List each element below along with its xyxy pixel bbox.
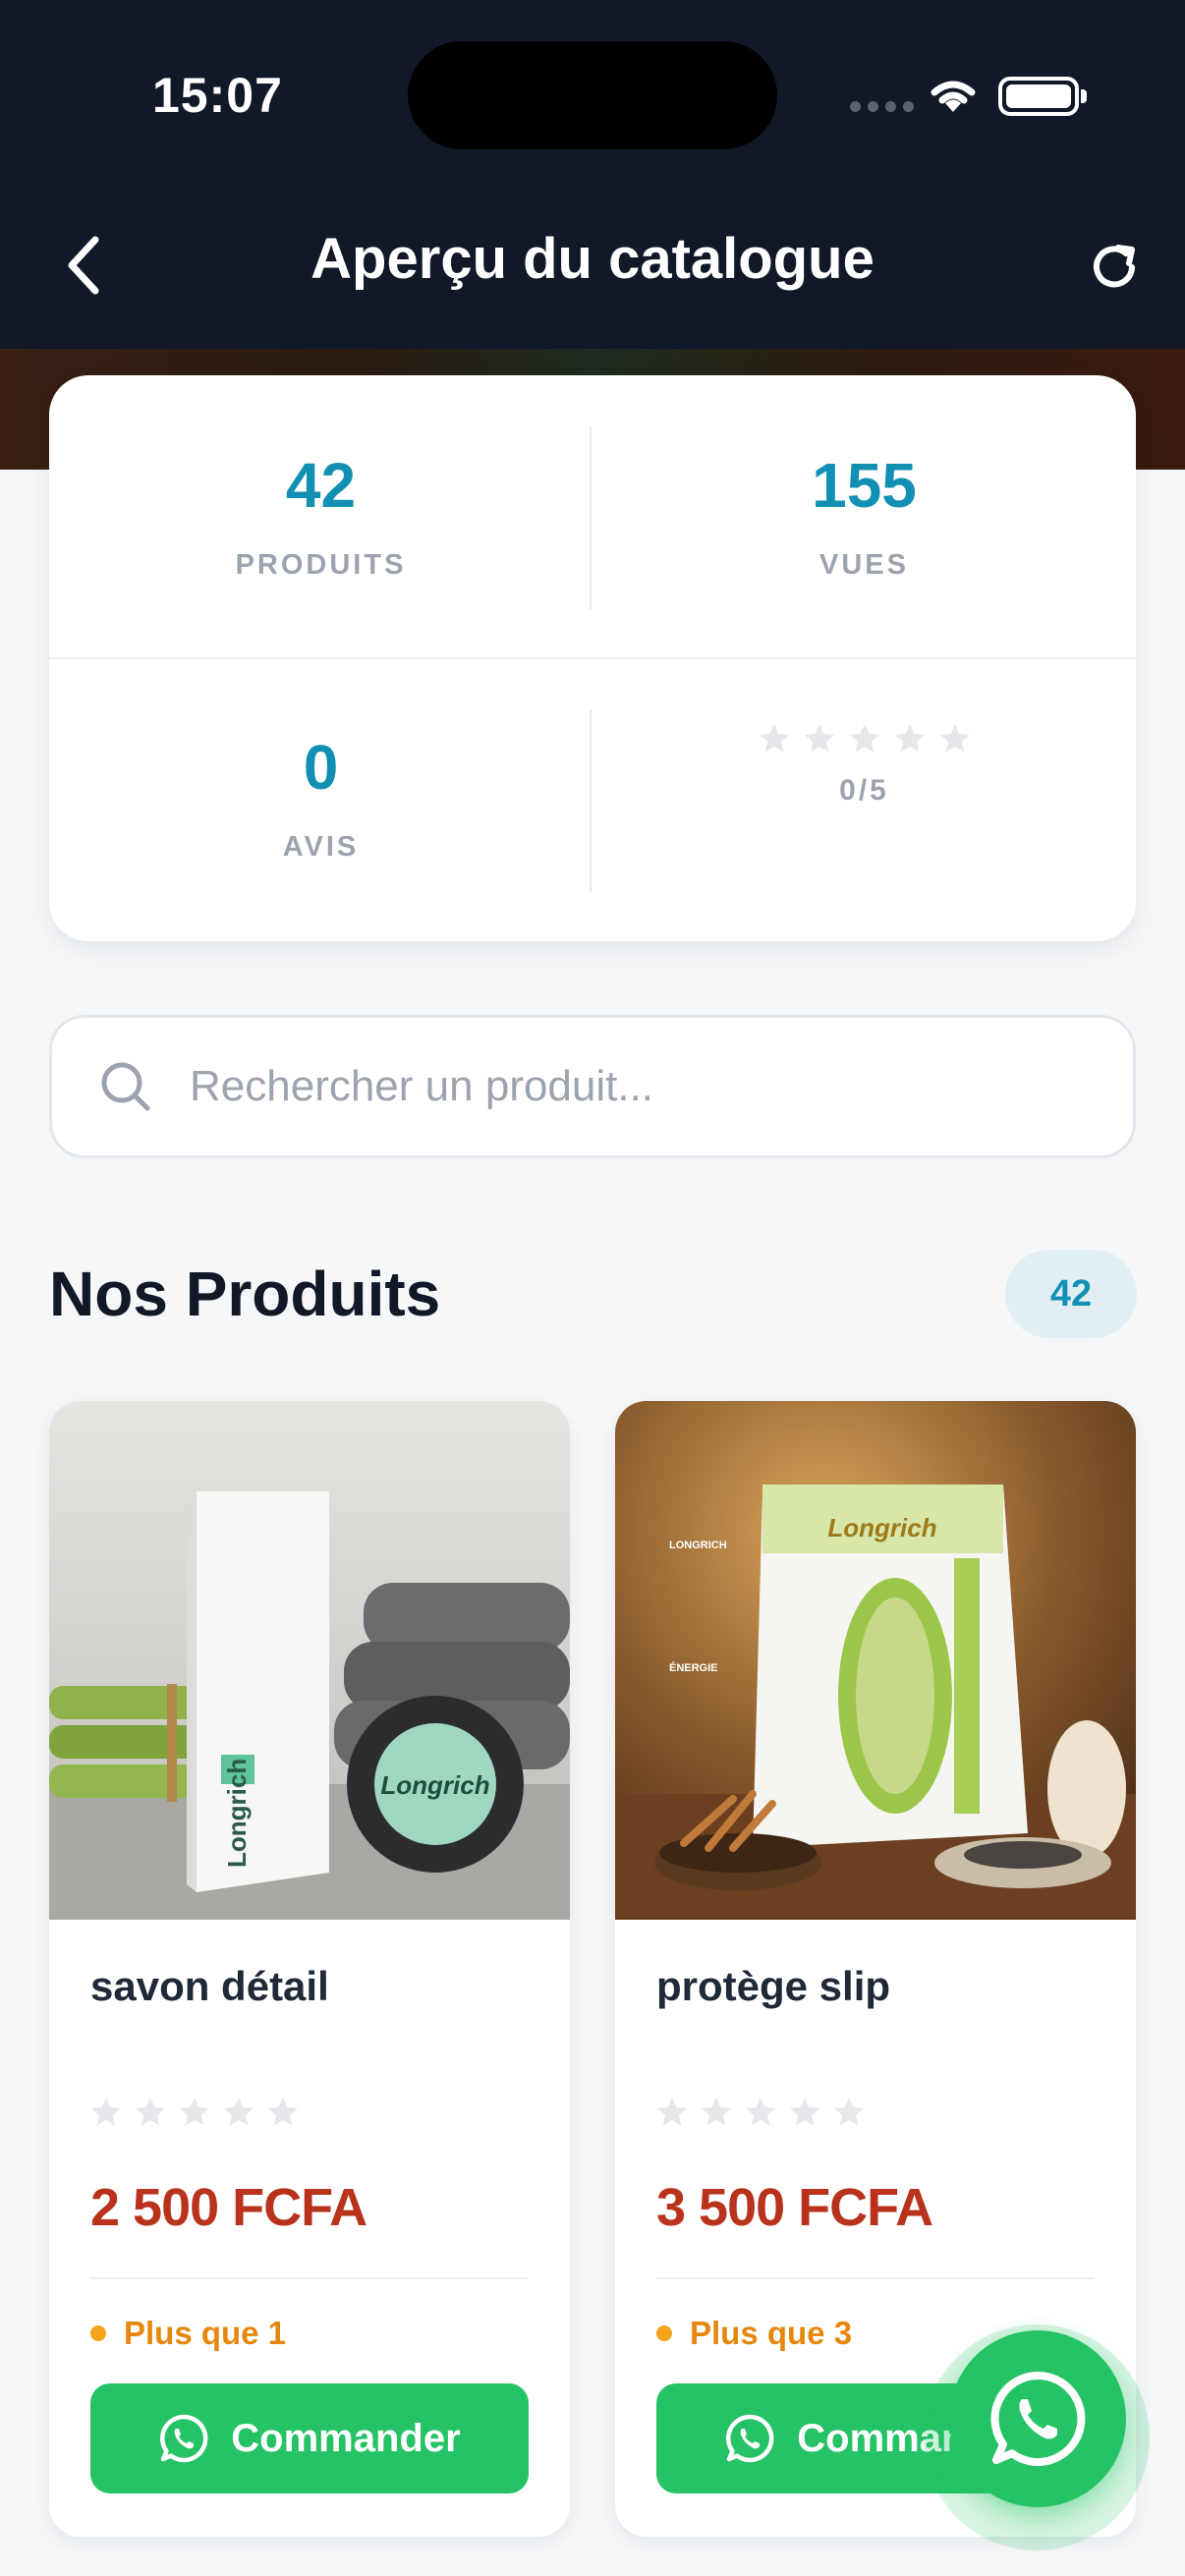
whatsapp-icon	[990, 2371, 1086, 2466]
stat-divider	[590, 709, 592, 892]
search-bar	[49, 1015, 1136, 1158]
stock-text: Plus que 3	[690, 2315, 853, 2351]
star-icon	[834, 2098, 864, 2126]
star-icon	[224, 2098, 254, 2126]
product-image: Longrich LONGRICH ÉNERGIE	[615, 1401, 1136, 1920]
card-divider	[90, 2277, 529, 2279]
stat-reviews-label: AVIS	[282, 831, 360, 863]
brand-logo-text: Longrich	[222, 1759, 252, 1868]
dynamic-island	[408, 41, 777, 149]
card-divider	[656, 2277, 1095, 2279]
stock-dot	[656, 2325, 672, 2341]
back-button[interactable]	[54, 228, 113, 303]
product-price: 3 500 FCFA	[656, 2178, 933, 2237]
stock-indicator: Plus que 3	[656, 2315, 852, 2352]
stat-views: 155 VUES	[592, 449, 1136, 582]
star-icon	[790, 2098, 819, 2126]
star-icon	[894, 724, 925, 753]
star-icon	[746, 2098, 775, 2126]
stat-divider	[590, 426, 592, 609]
star-icon	[91, 2098, 121, 2126]
product-card[interactable]: Longrich Longrich savon détail 2 500 FCF…	[49, 1401, 570, 2537]
stat-views-value: 155	[812, 450, 917, 521]
product-count-badge: 42	[1005, 1250, 1137, 1338]
rating-stars	[592, 721, 1136, 756]
star-icon	[849, 724, 879, 753]
cellular-signal-icon	[850, 101, 914, 112]
page-title: Aperçu du catalogue	[310, 227, 875, 291]
star-icon	[804, 724, 834, 753]
stat-products: 42 PRODUITS	[49, 449, 592, 582]
stat-reviews: 0 AVIS	[49, 731, 592, 864]
catalog-stats-card: 42 PRODUITS 155 VUES 0 AVIS 0/5	[49, 375, 1136, 941]
product-price: 2 500 FCFA	[90, 2178, 367, 2237]
svg-text:ÉNERGIE: ÉNERGIE	[669, 1661, 718, 1674]
stats-row-divider	[49, 657, 1136, 659]
star-icon	[702, 2098, 731, 2126]
order-button[interactable]: Commander	[90, 2383, 529, 2493]
product-name: protège slip	[656, 1963, 891, 2009]
svg-text:Longrich: Longrich	[380, 1770, 489, 1800]
stat-products-value: 42	[285, 450, 357, 521]
product-name: savon détail	[90, 1963, 329, 2009]
refresh-button[interactable]	[1081, 234, 1148, 301]
star-icon	[136, 2098, 165, 2126]
product-image: Longrich Longrich	[49, 1401, 570, 1920]
order-button-label: Commander	[231, 2416, 461, 2460]
star-icon	[759, 724, 789, 753]
wifi-icon	[931, 81, 976, 112]
svg-text:LONGRICH: LONGRICH	[669, 1540, 727, 1551]
stock-indicator: Plus que 1	[90, 2315, 286, 2352]
stat-rating: 0/5	[592, 721, 1136, 808]
product-rating-stars	[654, 2095, 867, 2130]
stat-views-label: VUES	[819, 549, 909, 581]
star-icon	[180, 2098, 209, 2126]
star-icon	[657, 2098, 687, 2126]
stock-text: Plus que 1	[124, 2315, 287, 2351]
stat-reviews-value: 0	[303, 732, 339, 803]
search-icon	[101, 1062, 150, 1111]
stat-products-label: PRODUITS	[235, 549, 407, 581]
stock-dot	[90, 2325, 106, 2341]
section-title: Nos Produits	[49, 1259, 441, 1329]
battery-icon	[998, 77, 1087, 116]
refresh-icon	[1094, 245, 1135, 288]
product-rating-stars	[88, 2095, 301, 2130]
whatsapp-icon	[160, 2414, 208, 2463]
rating-value: 0/5	[839, 774, 889, 807]
chevron-left-icon	[68, 236, 99, 295]
whatsapp-icon	[726, 2414, 774, 2463]
star-icon	[939, 724, 970, 753]
whatsapp-fab[interactable]	[949, 2330, 1126, 2507]
brand-logo-text: Longrich	[827, 1513, 936, 1542]
search-input[interactable]	[190, 1018, 1094, 1155]
star-icon	[268, 2098, 298, 2126]
status-time: 15:07	[152, 68, 283, 123]
